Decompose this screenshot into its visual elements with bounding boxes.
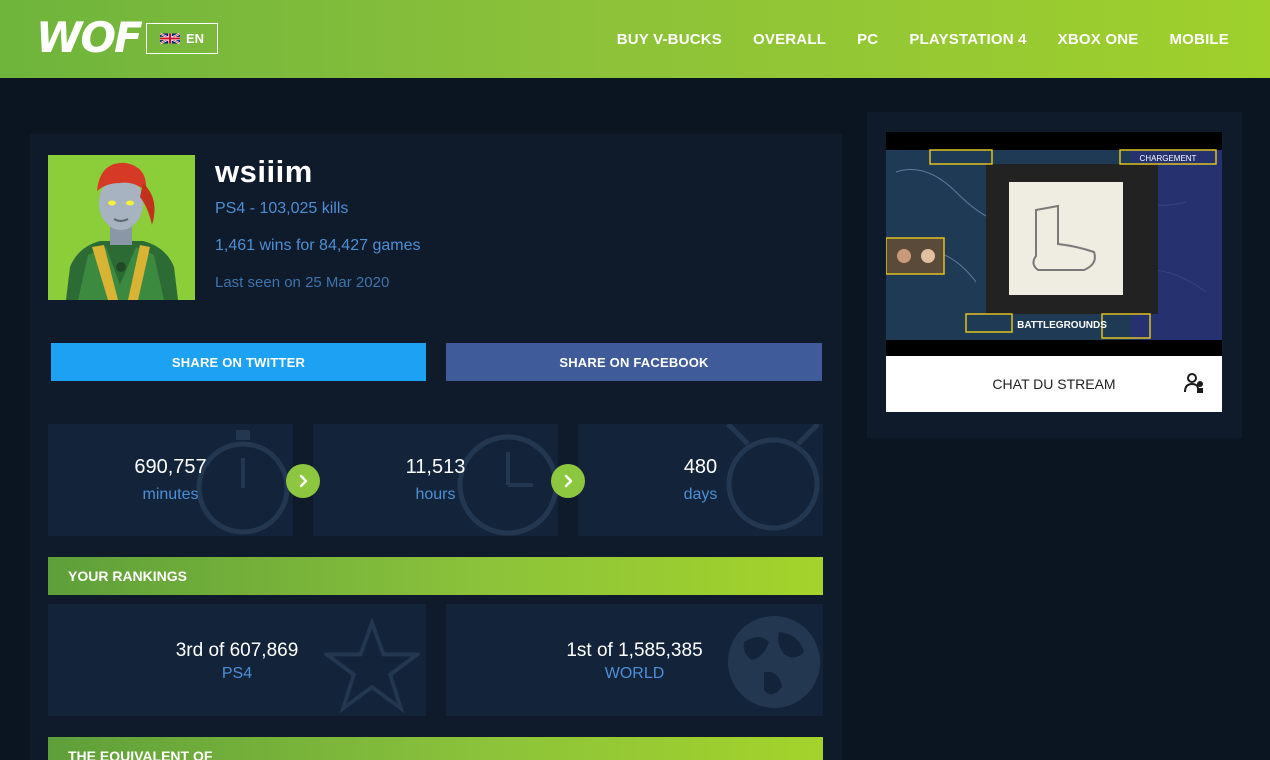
clock-icon — [457, 434, 558, 536]
share-twitter-button[interactable]: SHARE ON TWITTER — [51, 343, 426, 381]
equivalent-header: THE EQUIVALENT OF — [48, 737, 823, 760]
nav-buy-vbucks[interactable]: BUY V-BUCKS — [617, 31, 722, 48]
uk-flag-icon — [159, 32, 180, 45]
calendar-ring-icon — [726, 424, 820, 531]
stat-days: 480 days — [578, 424, 823, 536]
site-logo[interactable]: WOF — [36, 14, 143, 62]
main-nav: BUY V-BUCKS OVERALL PC PLAYSTATION 4 XBO… — [617, 0, 1229, 78]
share-facebook-button[interactable]: SHARE ON FACEBOOK — [446, 343, 822, 381]
chevron-right-icon — [286, 464, 320, 498]
chat-label: CHAT DU STREAM — [992, 376, 1116, 392]
stat-minutes: 690,757 minutes — [48, 424, 293, 536]
stream-game-logo: BATTLEGROUNDS — [1017, 320, 1107, 331]
chevron-right-icon — [551, 464, 585, 498]
stream-overlay-text: CHARGEMENT — [1140, 154, 1197, 163]
platform-kills: PS4 - 103,025 kills — [215, 200, 349, 217]
rank-ps4: 3rd of 607,869 PS4 — [48, 604, 426, 716]
player-name: wsiiim — [215, 154, 313, 189]
nav-xbox-one[interactable]: XBOX ONE — [1058, 31, 1139, 48]
stat-minutes-unit: minutes — [142, 486, 199, 503]
stream-chat-button[interactable]: CHAT DU STREAM — [886, 356, 1222, 412]
last-seen: Last seen on 25 Mar 2020 — [215, 274, 390, 291]
stat-hours-unit: hours — [415, 486, 456, 503]
rankings-header: YOUR RANKINGS — [48, 557, 823, 595]
stat-days-unit: days — [683, 486, 718, 503]
stat-hours-value: 11,513 — [405, 456, 466, 478]
nav-overall[interactable]: OVERALL — [753, 31, 826, 48]
wins-games: 1,461 wins for 84,427 games — [215, 237, 421, 254]
stream-video-player[interactable]: CHARGEMENT BATTLEGROUNDS — [886, 132, 1222, 356]
nav-pc[interactable]: PC — [857, 31, 878, 48]
stat-hours: 11,513 hours — [313, 424, 558, 536]
rank-world-value: 1st of 1,585,385 — [566, 640, 703, 661]
language-selector[interactable]: EN — [146, 23, 218, 54]
rank-ps4-label: PS4 — [221, 665, 253, 682]
rank-world: 1st of 1,585,385 WORLD — [446, 604, 823, 716]
rank-ps4-value: 3rd of 607,869 — [175, 640, 299, 661]
character-skin-image — [48, 155, 195, 300]
player-avatar — [48, 155, 195, 300]
stopwatch-icon — [196, 430, 290, 535]
nav-playstation-4[interactable]: PLAYSTATION 4 — [909, 31, 1026, 48]
stat-minutes-value: 690,757 — [134, 456, 207, 478]
globe-icon — [728, 616, 820, 708]
stream-video-frame: CHARGEMENT BATTLEGROUNDS — [886, 132, 1222, 356]
top-navbar: WOF EN BUY V-BUCKS OVERALL PC PLAYSTATIO… — [0, 0, 1270, 78]
stat-days-value: 480 — [683, 456, 718, 478]
users-icon — [1184, 373, 1203, 393]
language-label: EN — [185, 31, 205, 46]
nav-mobile[interactable]: MOBILE — [1169, 31, 1229, 48]
rank-world-label: WORLD — [604, 665, 665, 682]
